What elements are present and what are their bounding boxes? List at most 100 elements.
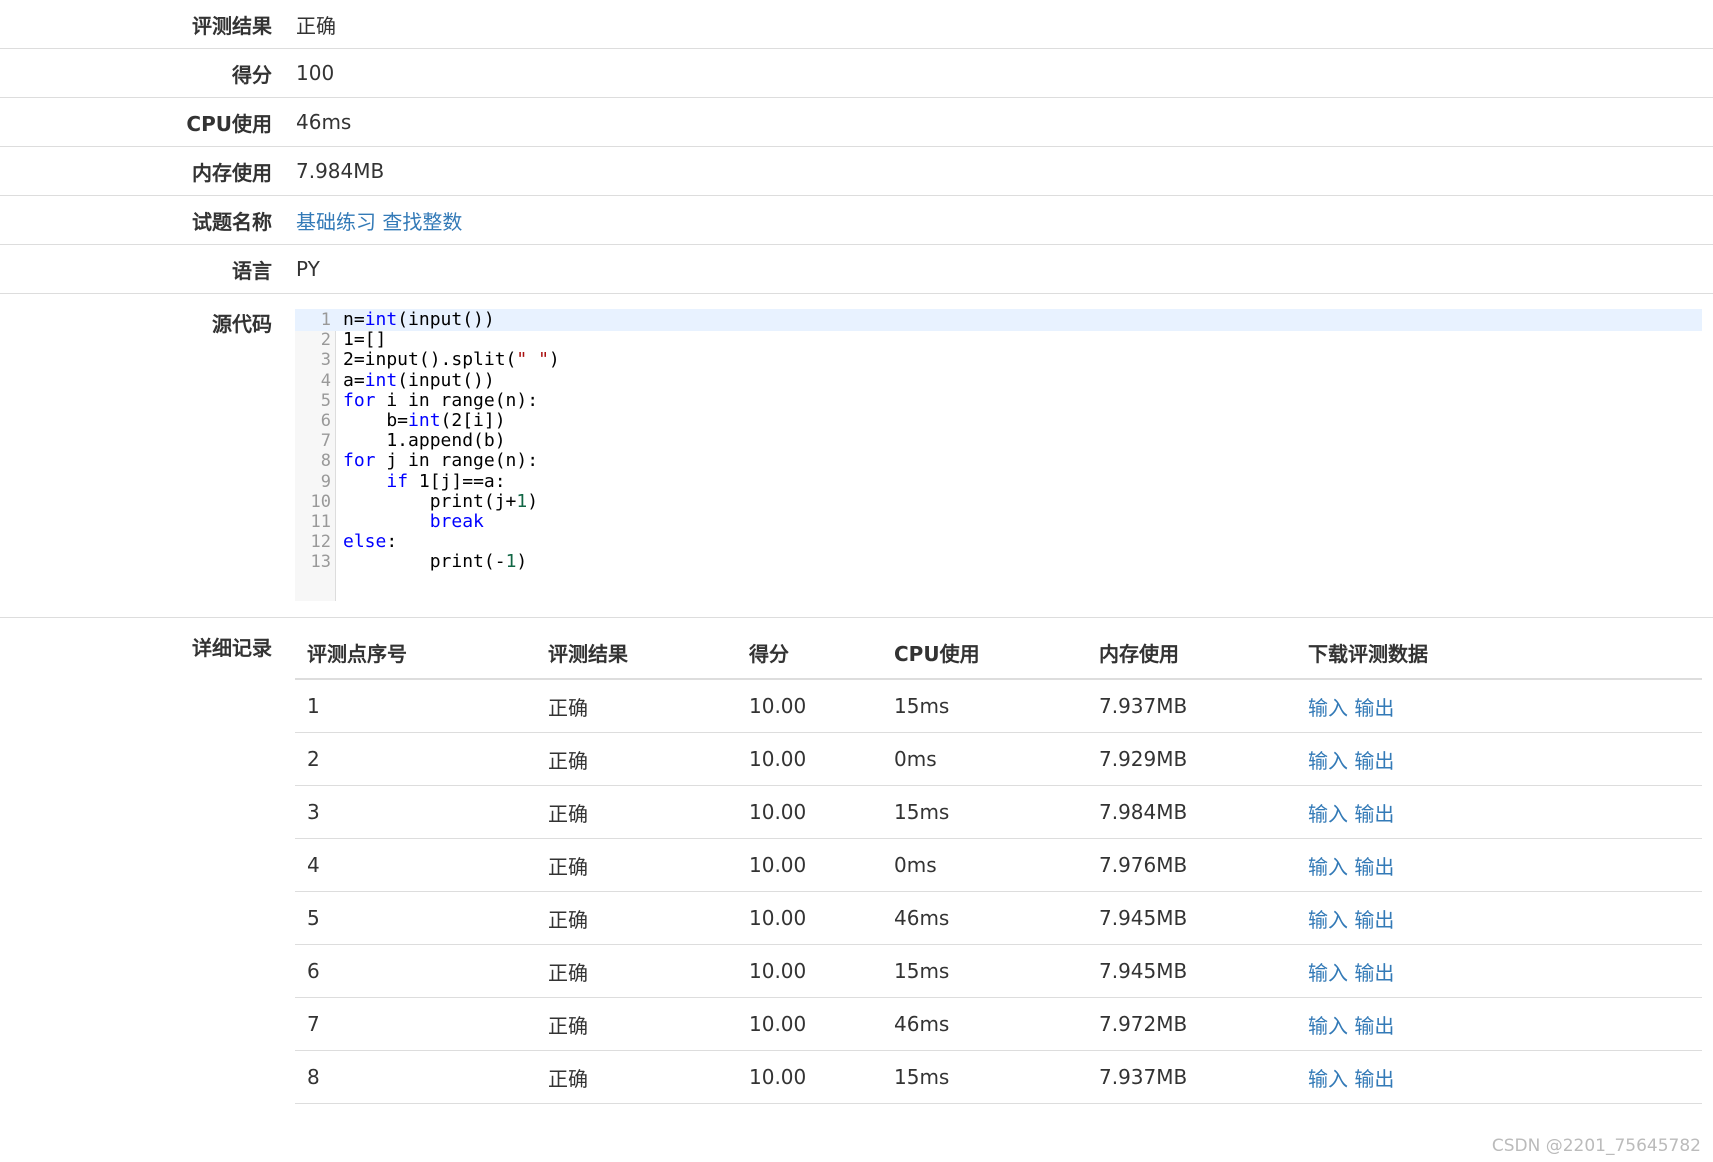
problem-row: 试题名称 基础练习 查找整数 xyxy=(0,196,1713,245)
testcase-id-cell: 5 xyxy=(295,891,536,945)
code-text: n=int(input()) xyxy=(343,309,495,330)
line-number: 5 xyxy=(320,390,331,411)
result-cell: 正确 xyxy=(536,732,737,786)
code-line: 7 1.append(b) xyxy=(295,430,1702,452)
col-cpu: CPU使用 xyxy=(882,626,1087,680)
score-cell: 10.00 xyxy=(737,679,882,733)
cpu-cell: 0ms xyxy=(882,732,1087,786)
problem-link[interactable]: 基础练习 查找整数 xyxy=(296,206,462,235)
result-cell: 正确 xyxy=(536,944,737,998)
download-input-link[interactable]: 输入 xyxy=(1308,855,1348,879)
line-number: 3 xyxy=(320,350,331,371)
download-output-link[interactable]: 输出 xyxy=(1354,802,1394,826)
table-row: 8 正确 10.00 15ms 7.937MB 输入 输出 xyxy=(295,1050,1702,1104)
line-number: 7 xyxy=(320,431,331,452)
code-text: 1=[] xyxy=(343,329,387,351)
memory-value: 7.984MB xyxy=(296,159,385,183)
download-cell: 输入 输出 xyxy=(1296,997,1702,1051)
download-output-link[interactable]: 输出 xyxy=(1354,908,1394,932)
download-input-link[interactable]: 输入 xyxy=(1308,1067,1348,1091)
download-cell: 输入 输出 xyxy=(1296,838,1702,892)
code-text: for j in range(n): xyxy=(343,450,539,472)
line-number: 13 xyxy=(310,552,331,573)
code-text: for i in range(n): xyxy=(343,389,539,411)
line-number: 10 xyxy=(310,491,331,512)
code-text: print(j+1) xyxy=(343,490,539,512)
download-input-link[interactable]: 输入 xyxy=(1308,1014,1348,1038)
download-output-link[interactable]: 输出 xyxy=(1354,749,1394,773)
code-line: 8 for j in range(n): xyxy=(295,450,1702,472)
memory-cell: 7.929MB xyxy=(1087,732,1296,786)
result-cell: 正确 xyxy=(536,785,737,839)
cpu-cell: 46ms xyxy=(882,997,1087,1051)
table-row: 5 正确 10.00 46ms 7.945MB 输入 输出 xyxy=(295,891,1702,945)
memory-cell: 7.945MB xyxy=(1087,891,1296,945)
cpu-cell: 15ms xyxy=(882,679,1087,733)
memory-cell: 7.972MB xyxy=(1087,997,1296,1051)
memory-row: 内存使用 7.984MB xyxy=(0,147,1713,196)
line-number: 2 xyxy=(320,330,331,351)
code-text: 2=input().split(" ") xyxy=(343,349,560,371)
download-input-link[interactable]: 输入 xyxy=(1308,802,1348,826)
cpu-cell: 0ms xyxy=(882,838,1087,892)
download-output-link[interactable]: 输出 xyxy=(1354,696,1394,720)
download-cell: 输入 输出 xyxy=(1296,732,1702,786)
memory-cell: 7.945MB xyxy=(1087,944,1296,998)
result-cell: 正确 xyxy=(536,997,737,1051)
detail-section: 详细记录 评测点序号 评测结果 得分 CPU使用 内存使用 下载评测数据 1 正确… xyxy=(0,618,1713,1104)
result-cell: 正确 xyxy=(536,838,737,892)
language-row: 语言 PY xyxy=(0,245,1713,294)
testcase-id-cell: 4 xyxy=(295,838,536,892)
download-input-link[interactable]: 输入 xyxy=(1308,908,1348,932)
col-testcase-id: 评测点序号 xyxy=(295,626,536,680)
download-cell: 输入 输出 xyxy=(1296,891,1702,945)
score-cell: 10.00 xyxy=(737,732,882,786)
download-cell: 输入 输出 xyxy=(1296,679,1702,733)
testcase-id-cell: 1 xyxy=(295,679,536,733)
submission-summary: 评测结果 正确 得分 100 CPU使用 46ms 内存使用 7.984MB 试… xyxy=(0,0,1713,294)
result-label: 评测结果 xyxy=(192,13,272,38)
download-cell: 输入 输出 xyxy=(1296,1050,1702,1104)
testcase-id-cell: 8 xyxy=(295,1050,536,1104)
memory-cell: 7.976MB xyxy=(1087,838,1296,892)
memory-label: 内存使用 xyxy=(192,160,272,185)
line-number: 12 xyxy=(310,532,331,553)
code-text: else: xyxy=(343,531,398,553)
score-cell: 10.00 xyxy=(737,838,882,892)
cpu-cell: 46ms xyxy=(882,891,1087,945)
score-cell: 10.00 xyxy=(737,785,882,839)
code-text: break xyxy=(429,511,484,532)
download-input-link[interactable]: 输入 xyxy=(1308,749,1348,773)
download-input-link[interactable]: 输入 xyxy=(1308,961,1348,985)
download-output-link[interactable]: 输出 xyxy=(1354,961,1394,985)
memory-cell: 7.937MB xyxy=(1087,679,1296,733)
table-header-row: 评测点序号 评测结果 得分 CPU使用 内存使用 下载评测数据 xyxy=(295,626,1702,680)
problem-label: 试题名称 xyxy=(192,209,272,234)
cpu-label: CPU使用 xyxy=(186,111,272,136)
testcase-id-cell: 2 xyxy=(295,732,536,786)
code-line: 1 n=int(input()) xyxy=(295,309,1702,331)
download-output-link[interactable]: 输出 xyxy=(1354,1014,1394,1038)
result-cell: 正确 xyxy=(536,679,737,733)
language-label: 语言 xyxy=(232,258,272,283)
col-download: 下载评测数据 xyxy=(1296,626,1702,680)
download-cell: 输入 输出 xyxy=(1296,785,1702,839)
download-output-link[interactable]: 输出 xyxy=(1354,855,1394,879)
table-row: 6 正确 10.00 15ms 7.945MB 输入 输出 xyxy=(295,944,1702,998)
score-row: 得分 100 xyxy=(0,49,1713,98)
cpu-cell: 15ms xyxy=(882,1050,1087,1104)
cpu-cell: 15ms xyxy=(882,785,1087,839)
col-memory: 内存使用 xyxy=(1087,626,1296,680)
table-row: 2 正确 10.00 0ms 7.929MB 输入 输出 xyxy=(295,732,1702,786)
line-number: 11 xyxy=(310,512,331,532)
source-code-row: 源代码 1 n=int(input()) 2 1=[] 3 2=input().split… xyxy=(0,294,1713,618)
download-input-link[interactable]: 输入 xyxy=(1308,696,1348,720)
memory-cell: 7.937MB xyxy=(1087,1050,1296,1104)
code-editor[interactable]: 1 n=int(input()) 2 1=[] 3 2=input().split(" "… xyxy=(295,309,1702,601)
testcase-id-cell: 7 xyxy=(295,997,536,1051)
code-line: 10 print(j+1) xyxy=(295,491,1702,513)
download-output-link[interactable]: 输出 xyxy=(1354,1067,1394,1091)
score-cell: 10.00 xyxy=(737,891,882,945)
score-cell: 10.00 xyxy=(737,997,882,1051)
code-text: a=int(input()) xyxy=(343,369,495,391)
